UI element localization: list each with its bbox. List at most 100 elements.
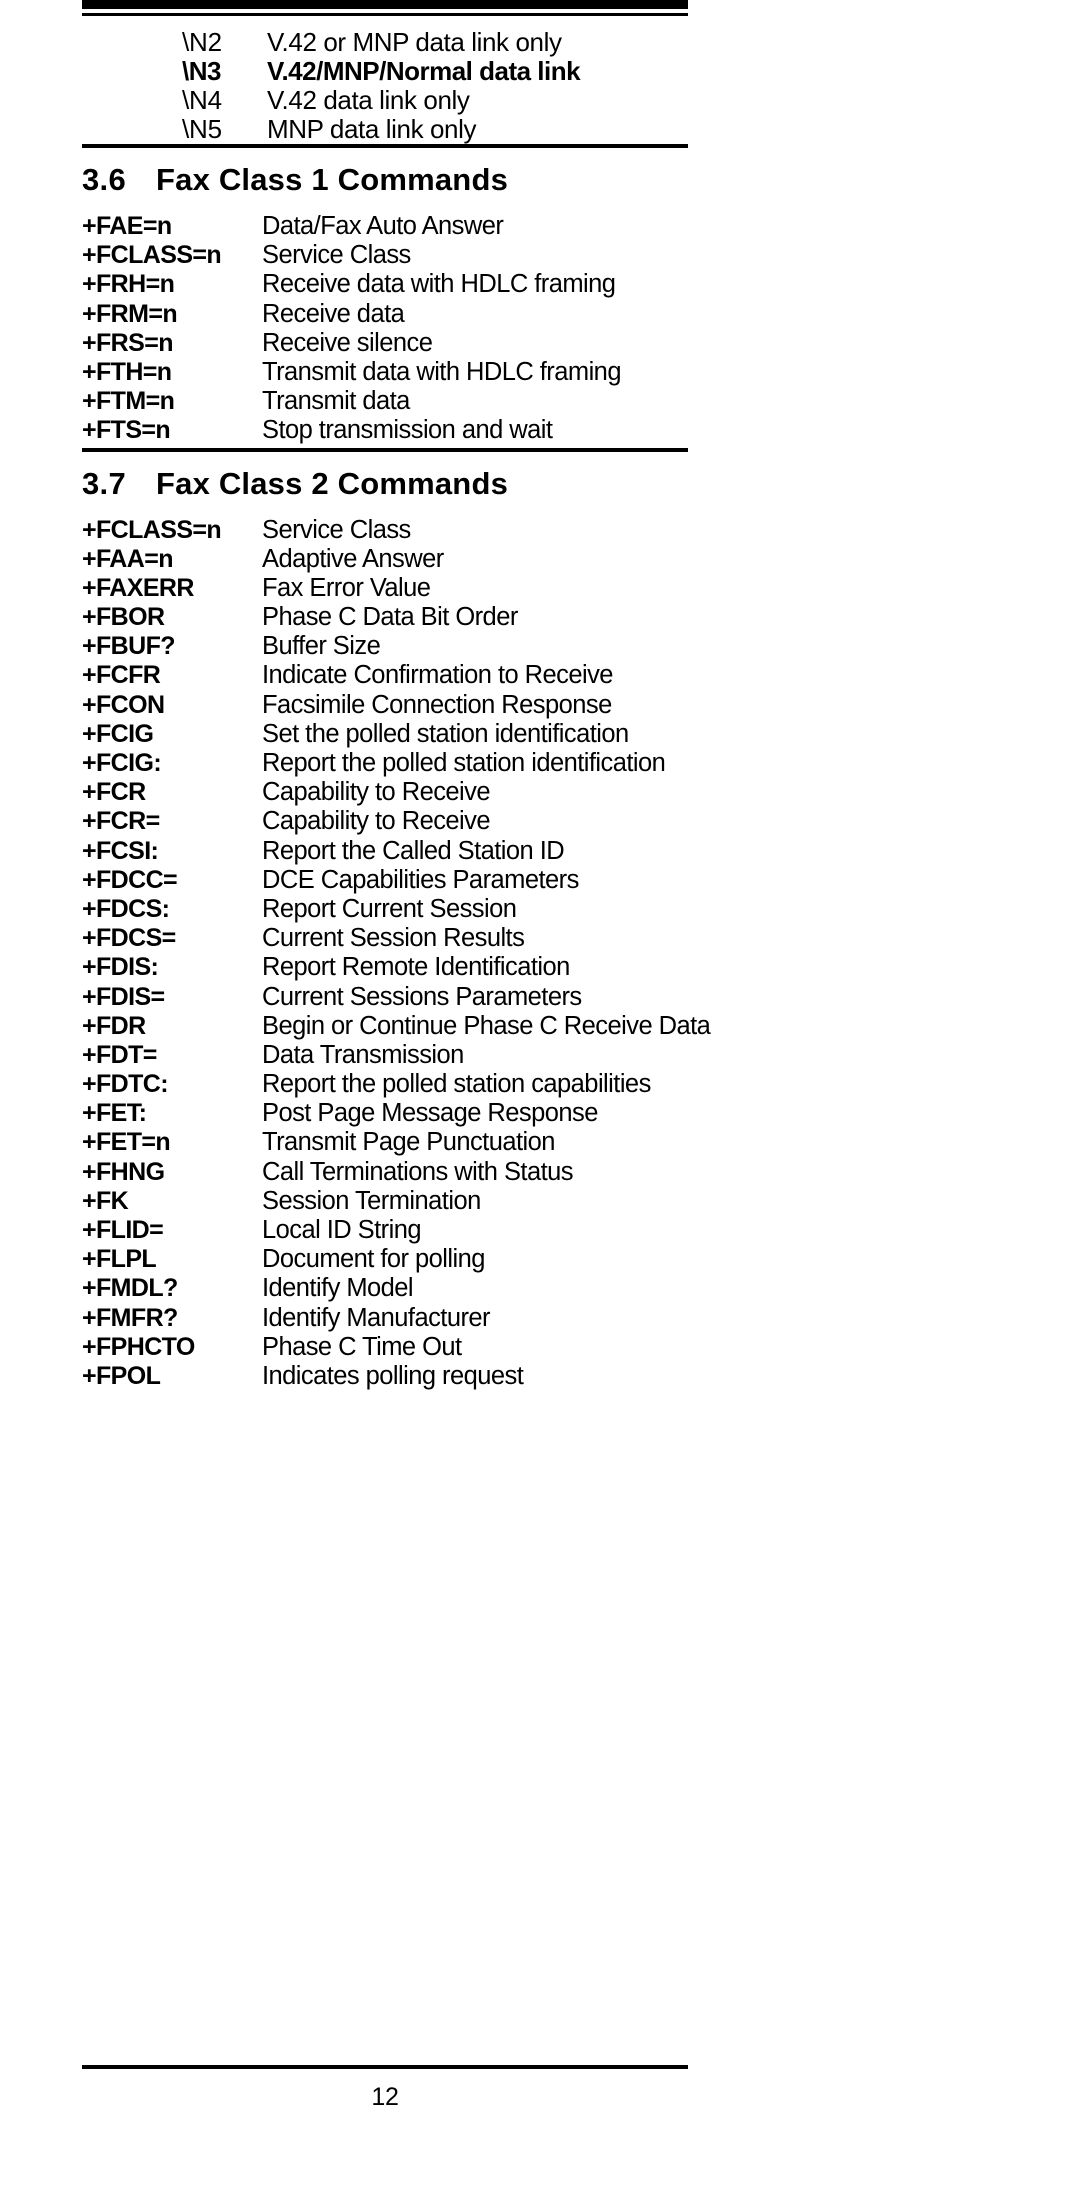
command-row: +FCR Capability to Receive (82, 778, 688, 807)
command-name: +FDT= (82, 1040, 157, 1069)
command-name: +FDCS= (82, 924, 176, 953)
command-name: +FDIS: (82, 953, 159, 982)
command-row: +FMDL? Identify Model (82, 1274, 688, 1303)
command-name: +FET=n (82, 1128, 171, 1157)
command-row: +FCFR Indicate Confirmation to Receive (82, 661, 688, 690)
command-description: Adaptive Answer (262, 544, 444, 573)
command-name: +FK (82, 1186, 129, 1215)
command-name: +FBUF? (82, 632, 176, 661)
command-description: Call Terminations with Status (262, 1157, 574, 1186)
page-number: 12 (371, 2083, 399, 2111)
command-description: Service Class (262, 241, 411, 270)
command-name: +FRH=n (82, 270, 175, 299)
command-description: Report Remote Identification (262, 953, 570, 982)
page-footer: 12 (82, 2065, 688, 2112)
command-row: +FDIS= Current Sessions Parameters (82, 983, 688, 1012)
command-description: Indicates polling request (262, 1361, 524, 1390)
command-row: +FCSI: Report the Called Station ID (82, 837, 688, 866)
option-code: \N5 (182, 114, 222, 144)
command-description: Phase C Time Out (262, 1332, 462, 1361)
option-row: \N4 V.42 data link only (82, 86, 688, 115)
command-row: +FCON Facsimile Connection Response (82, 691, 688, 720)
command-name: +FCLASS=n (82, 515, 222, 544)
command-name: +FMFR? (82, 1303, 178, 1332)
command-row: +FRS=n Receive silence (82, 329, 688, 358)
command-name: +FCFR (82, 661, 161, 690)
command-description: Session Termination (262, 1186, 481, 1215)
command-row: +FCIG: Report the polled station identifi… (82, 749, 688, 778)
command-name: +FDCS: (82, 894, 170, 923)
command-row: +FDCS: Report Current Session (82, 895, 688, 924)
command-description: Identify Model (262, 1274, 414, 1303)
command-list: +FAE=n Data/Fax Auto Answer +FCLASS=n Servi… (82, 208, 688, 448)
continued-options-list: \N2 V.42 or MNP data link only \N3 V.42/MNP… (82, 16, 688, 144)
command-name: +FAXERR (82, 573, 194, 602)
command-description: Report the polled station identification (262, 749, 666, 777)
command-description: Data/Fax Auto Answer (262, 212, 504, 240)
section-heading: 3.7 Fax Class 2 Commands (82, 452, 688, 512)
command-row: +FAA=n Adaptive Answer (82, 545, 688, 574)
command-list: +FCLASS=n Service Class +FAA=n Adaptive Ans… (82, 512, 711, 1394)
section-number: 3.6 (82, 162, 126, 197)
option-code: \N3 (182, 56, 221, 86)
page-content: \N2 V.42 or MNP data link only \N3 V.42/MNP… (82, 0, 711, 1394)
command-row: +FET: Post Page Message Response (82, 1099, 688, 1128)
command-row: +FRM=n Receive data (82, 300, 688, 329)
command-description: Receive data (262, 299, 405, 328)
option-description: V.42/MNP/Normal data link (267, 56, 581, 86)
command-description: Indicate Confirmation to Receive (262, 661, 613, 690)
command-row: +FDT= Data Transmission (82, 1041, 688, 1070)
command-name: +FCR (82, 778, 146, 807)
command-name: +FAE=n (82, 212, 172, 240)
command-name: +FAA=n (82, 544, 173, 573)
command-row: +FET=n Transmit Page Punctuation (82, 1128, 688, 1157)
command-description: Stop transmission and wait (262, 416, 553, 445)
command-name: +FLID= (82, 1216, 164, 1244)
command-name: +FCIG: (82, 749, 162, 777)
command-row: +FPHCTO Phase C Time Out (82, 1333, 688, 1362)
section-title: Fax Class 2 Commands (156, 465, 509, 501)
command-name: +FLPL (82, 1245, 157, 1274)
command-description: Report the polled station capabilities (262, 1070, 651, 1099)
command-description: Capability to Receive (262, 778, 491, 807)
command-name: +FPHCTO (82, 1332, 195, 1361)
command-name: +FRM=n (82, 299, 178, 328)
command-description: Receive data with HDLC framing (262, 270, 616, 299)
command-description: Receive silence (262, 328, 433, 357)
option-row: \N2 V.42 or MNP data link only (82, 28, 688, 57)
command-description: Identify Manufacturer (262, 1303, 491, 1332)
section-title: Fax Class 1 Commands (156, 162, 509, 197)
document-page: \N2 V.42 or MNP data link only \N3 V.42/MNP… (0, 0, 1080, 2199)
command-name: +FBOR (82, 603, 165, 632)
sections-container: 3.6 Fax Class 1 Commands +FAE=n Data/Fax Au… (82, 144, 711, 1394)
command-row: +FBUF? Buffer Size (82, 632, 688, 661)
command-row: +FTS=n Stop transmission and wait (82, 416, 688, 445)
command-name: +FCLASS=n (82, 241, 222, 270)
command-row: +FLID= Local ID String (82, 1216, 688, 1245)
option-row: \N3 V.42/MNP/Normal data link (82, 57, 688, 86)
command-description: Current Session Results (262, 924, 525, 953)
command-description: Capability to Receive (262, 807, 491, 836)
command-description: DCE Capabilities Parameters (262, 865, 579, 894)
page-top-rule-thick (82, 0, 688, 9)
section-number: 3.7 (82, 465, 126, 501)
option-description: V.42 or MNP data link only (267, 27, 562, 57)
command-row: +FDTC: Report the polled station capabili… (82, 1070, 688, 1099)
command-row: +FDR Begin or Continue Phase C Receive Da… (82, 1012, 711, 1041)
command-row: +FCR= Capability to Receive (82, 807, 688, 836)
command-row: +FCLASS=n Service Class (82, 516, 688, 545)
command-row: +FAE=n Data/Fax Auto Answer (82, 212, 688, 241)
section-heading: 3.6 Fax Class 1 Commands (82, 148, 688, 208)
option-code: \N4 (182, 85, 222, 115)
command-row: +FTM=n Transmit data (82, 387, 688, 416)
command-name: +FDIS= (82, 982, 165, 1011)
command-description: Data Transmission (262, 1040, 464, 1069)
command-description: Current Sessions Parameters (262, 982, 582, 1011)
command-row: +FRH=n Receive data with HDLC framing (82, 270, 688, 299)
command-description: Local ID String (262, 1216, 422, 1244)
command-description: Service Class (262, 515, 411, 544)
command-description: Post Page Message Response (262, 1099, 598, 1128)
command-description: Report Current Session (262, 894, 517, 923)
command-name: +FRS=n (82, 328, 173, 357)
command-row: +FDCC= DCE Capabilities Parameters (82, 866, 688, 895)
